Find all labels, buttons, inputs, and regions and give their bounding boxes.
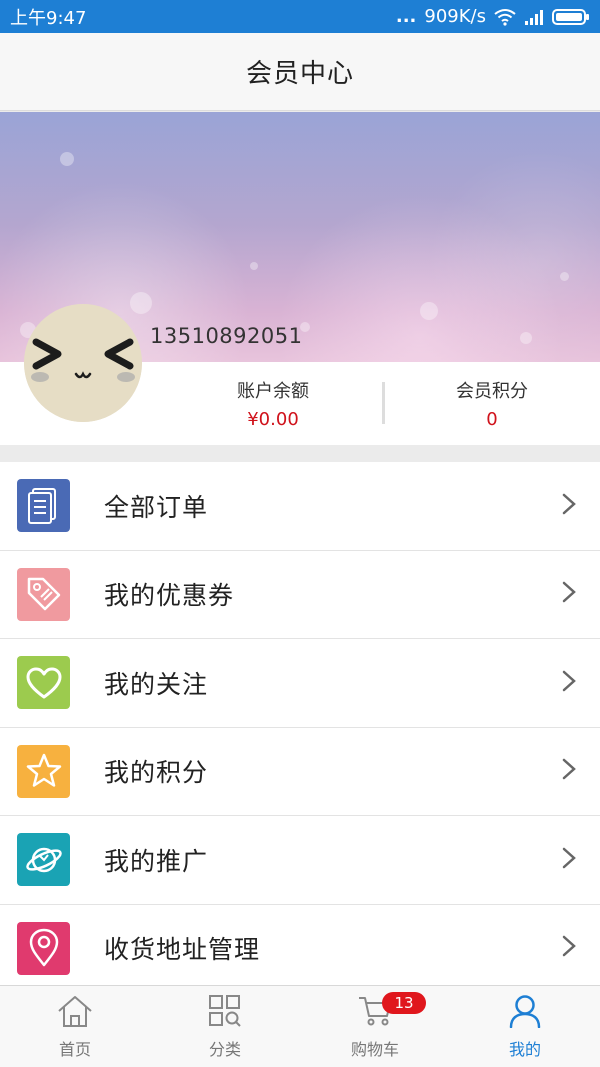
battery-icon: [552, 8, 590, 25]
menu-item-follows[interactable]: 我的关注: [0, 639, 600, 728]
star-icon: [17, 744, 70, 798]
member-menu: 全部订单 我的优惠券 我的关注 我的积分 我的推广 收货地址管理: [0, 462, 600, 993]
signal-icon: [524, 9, 544, 25]
chevron-right-icon: [562, 758, 576, 784]
chevron-right-icon: [562, 935, 576, 961]
menu-item-points[interactable]: 我的积分: [0, 727, 600, 816]
home-icon: [56, 994, 94, 1032]
planet-icon: [17, 833, 70, 887]
status-indicators: ... 909K/s: [396, 6, 590, 27]
menu-label-all-orders: 全部订单: [104, 492, 209, 522]
chevron-right-icon: [562, 847, 576, 873]
balance-value: ¥0.00: [247, 409, 299, 430]
cart-count-badge: 13: [382, 992, 426, 1014]
page-header: 会员中心: [0, 33, 600, 111]
coupon-tag-icon: [17, 567, 70, 621]
avatar-face-icon: [24, 304, 142, 422]
balance-label: 账户余额: [237, 381, 309, 402]
nav-label-cart: 购物车: [350, 1039, 399, 1059]
menu-item-coupons[interactable]: 我的优惠券: [0, 550, 600, 639]
location-pin-icon: [17, 921, 70, 975]
menu-label-follows: 我的关注: [104, 669, 209, 699]
nav-label-home: 首页: [58, 1039, 91, 1059]
wifi-icon: [494, 8, 516, 26]
points-value: 0: [486, 409, 498, 430]
nav-category[interactable]: 分类: [150, 986, 300, 1067]
network-speed: 909K/s: [424, 6, 486, 27]
menu-label-promotion: 我的推广: [104, 846, 209, 876]
menu-item-promotion[interactable]: 我的推广: [0, 816, 600, 905]
avatar[interactable]: [24, 304, 142, 422]
nav-label-mine: 我的: [508, 1039, 541, 1059]
nav-mine[interactable]: 我的: [450, 986, 600, 1067]
chevron-right-icon: [562, 670, 576, 696]
page-title: 会员中心: [245, 59, 354, 89]
order-list-icon: [17, 479, 70, 533]
status-time: 上午9:47: [10, 7, 87, 29]
nav-label-category: 分类: [208, 1039, 241, 1059]
bottom-navigation: 首页 分类 13 购物车 我的: [0, 985, 600, 1067]
menu-item-all-orders[interactable]: 全部订单: [0, 462, 600, 551]
menu-label-points: 我的积分: [104, 758, 209, 788]
points-label: 会员积分: [456, 381, 528, 402]
chevron-right-icon: [562, 493, 576, 519]
user-icon: [508, 994, 542, 1032]
menu-item-address[interactable]: 收货地址管理: [0, 904, 600, 993]
nav-cart[interactable]: 13 购物车: [300, 986, 450, 1067]
user-phone: 13510892051: [150, 324, 303, 348]
category-grid-icon: [208, 994, 242, 1032]
status-bar: 上午9:47 ... 909K/s: [0, 0, 600, 33]
status-dots: ...: [395, 6, 417, 27]
nav-home[interactable]: 首页: [0, 986, 150, 1067]
account-balance[interactable]: 账户余额 ¥0.00: [163, 362, 383, 445]
menu-label-coupons: 我的优惠券: [104, 581, 235, 611]
member-points[interactable]: 会员积分 0: [382, 362, 600, 445]
heart-icon: [17, 656, 70, 710]
chevron-right-icon: [562, 581, 576, 607]
menu-label-address: 收货地址管理: [104, 935, 261, 965]
